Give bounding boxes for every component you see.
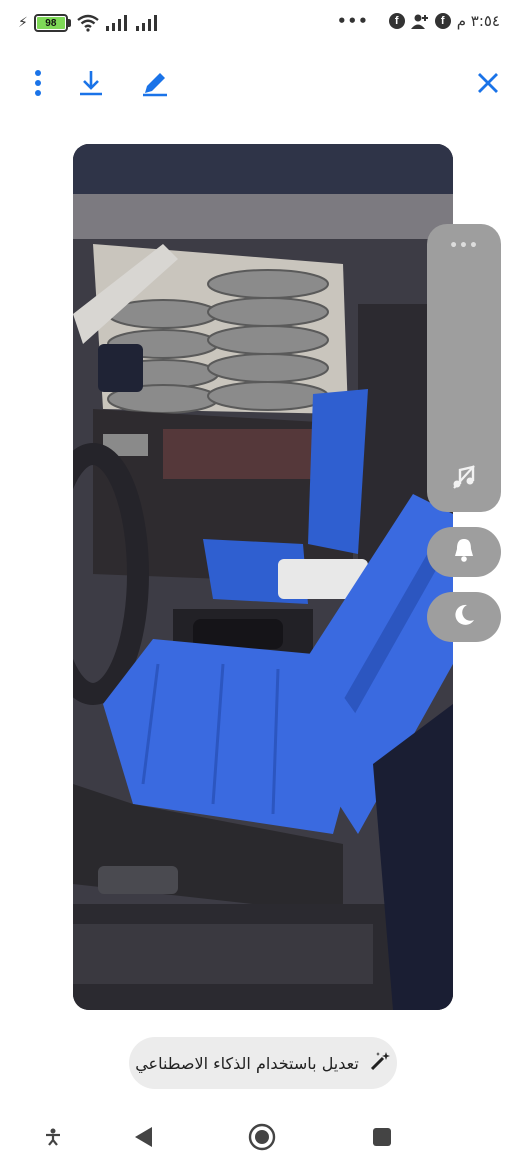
back-icon[interactable] [128,1122,158,1152]
wifi-icon [77,14,99,32]
car-interior-photo[interactable] [73,144,453,1010]
status-bar: ⚡ 98 ••• f f ٣:٥٤ م [0,0,526,52]
bell-button[interactable] [427,527,501,577]
screen: ⚡ 98 ••• f f ٣:٥٤ م ••• تعديل باستخدام ا… [0,0,526,1169]
magic-wand-icon [369,1050,391,1076]
ai-edit-button[interactable]: تعديل باستخدام الذكاء الاصطناعي [129,1037,397,1089]
bell-icon [452,537,476,567]
moon-icon [452,603,476,631]
more-notifications-icon: ••• [336,12,369,30]
close-icon[interactable] [471,66,505,100]
signal-icon-2 [135,14,159,32]
battery-level: 98 [36,17,65,29]
signal-icon-1 [105,14,129,32]
ai-edit-label: تعديل باستخدام الذكاء الاصطناعي [135,1053,359,1073]
charging-icon: ⚡ [18,15,28,31]
status-right: ••• f f ٣:٥٤ م [337,12,500,30]
moon-button[interactable] [427,592,501,642]
recents-icon[interactable] [367,1122,397,1152]
facebook-icon: f [434,13,451,29]
home-icon[interactable] [247,1122,277,1152]
clock: ٣:٥٤ م [456,12,500,30]
battery-indicator: 98 [33,14,71,32]
facebook-icon: f [388,13,405,29]
download-icon[interactable] [74,66,108,100]
panel-more-icon[interactable]: ••• [427,238,501,254]
music-off-icon[interactable] [451,464,477,494]
side-volume-panel[interactable]: ••• [427,224,501,512]
person-add-icon [410,13,429,29]
accessibility-icon[interactable] [38,1122,68,1152]
edit-pencil-icon[interactable] [138,66,172,100]
more-vertical-icon[interactable] [21,66,55,100]
status-left: ⚡ 98 [18,14,159,32]
